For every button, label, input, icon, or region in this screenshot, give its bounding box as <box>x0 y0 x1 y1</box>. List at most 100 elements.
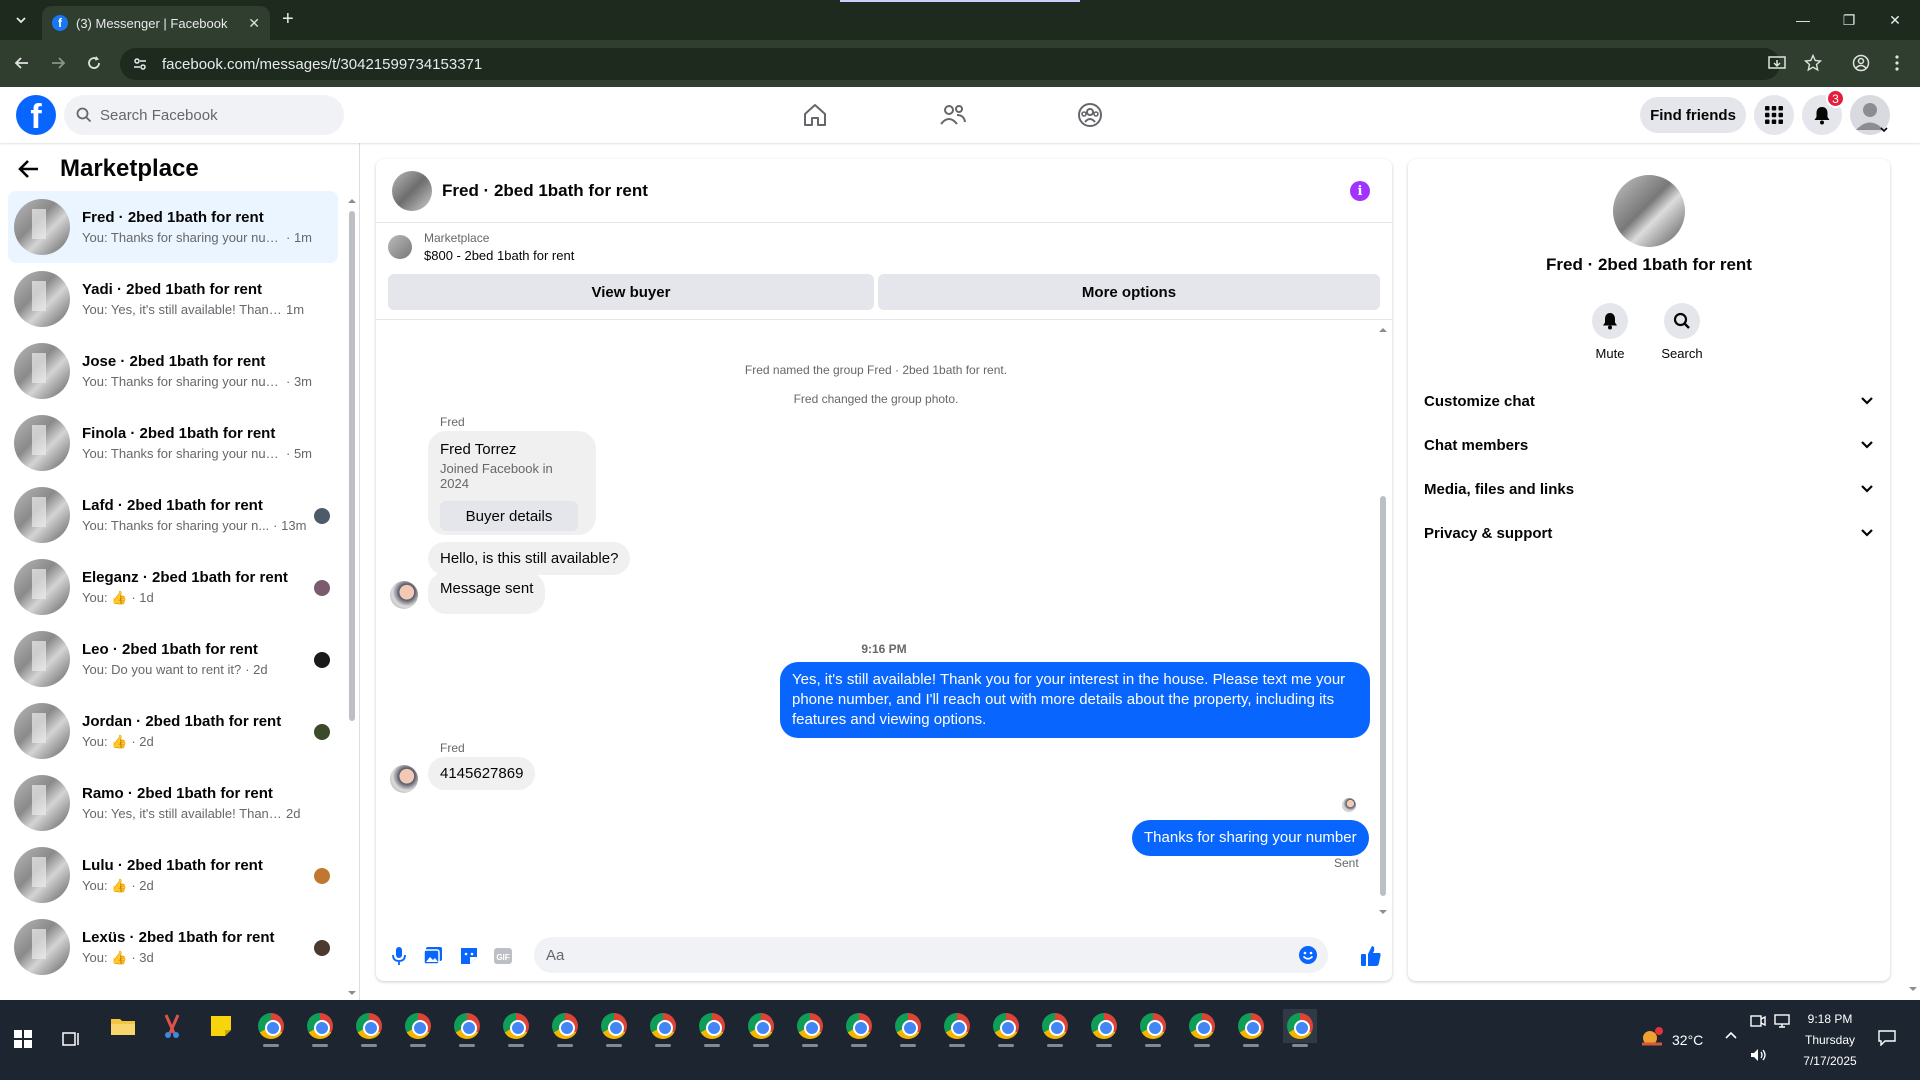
microphone-icon[interactable] <box>388 945 410 967</box>
chrome-window-icon[interactable] <box>940 1009 974 1047</box>
sticky-notes-icon[interactable] <box>204 1009 238 1043</box>
chat-header[interactable]: Fred · 2bed 1bath for rent i <box>376 159 1392 223</box>
view-buyer-button[interactable]: View buyer <box>388 274 874 310</box>
bookmark-star-icon[interactable] <box>1802 52 1824 74</box>
conversation-item[interactable]: Yadi · 2bed 1bath for rent You: Yes, it's… <box>8 263 338 335</box>
show-hidden-icons-icon[interactable] <box>1724 1030 1738 1040</box>
message-input[interactable]: Aa <box>534 937 1328 973</box>
browser-tab[interactable]: f (3) Messenger | Facebook ✕ <box>42 6 270 40</box>
incoming-message[interactable]: Hello, is this still available? <box>428 542 631 575</box>
thread-scrollbar[interactable] <box>1378 326 1388 916</box>
menu-grid-icon[interactable] <box>1754 95 1794 135</box>
chrome-window-icon[interactable] <box>499 1009 533 1047</box>
chrome-window-icon[interactable] <box>254 1009 288 1047</box>
emoji-icon[interactable] <box>1298 945 1318 965</box>
snipping-tool-icon[interactable] <box>155 1009 189 1043</box>
tab-search-dropdown-icon[interactable] <box>10 9 32 31</box>
back-icon[interactable] <box>11 52 33 74</box>
bell-icon[interactable] <box>1592 303 1628 339</box>
restore-button[interactable]: ❐ <box>1826 0 1872 40</box>
file-explorer-icon[interactable] <box>106 1009 140 1043</box>
sticker-icon[interactable] <box>458 945 480 967</box>
sender-avatar[interactable] <box>390 581 418 609</box>
chrome-window-icon[interactable] <box>1185 1009 1219 1047</box>
media-files-links-row[interactable]: Media, files and links <box>1424 467 1874 511</box>
conversation-item[interactable]: Ramo · 2bed 1bath for rent You: Yes, it's… <box>8 767 338 839</box>
clock-date[interactable]: 7/17/2025 <box>1800 1054 1860 1068</box>
chrome-window-icon[interactable] <box>695 1009 729 1047</box>
reload-icon[interactable] <box>83 52 105 74</box>
conversation-item[interactable]: Fred · 2bed 1bath for rent You: Thanks fo… <box>8 191 338 263</box>
marketplace-listing[interactable]: Marketplace $800 - 2bed 1bath for rent <box>388 231 574 263</box>
gif-icon[interactable]: GIF <box>492 945 514 967</box>
notification-center-icon[interactable] <box>1878 1030 1896 1046</box>
group-avatar[interactable] <box>1613 175 1685 247</box>
address-bar[interactable]: facebook.com/messages/t/3042159973415337… <box>120 48 1780 80</box>
chrome-window-icon[interactable] <box>1087 1009 1121 1047</box>
conversation-item[interactable]: Lafd · 2bed 1bath for rent You: Thanks fo… <box>8 479 338 551</box>
facebook-logo-icon[interactable]: f <box>16 95 56 135</box>
volume-icon[interactable] <box>1750 1048 1768 1062</box>
conversation-item[interactable]: Eleganz · 2bed 1bath for rent You: 👍 · 1d <box>8 551 338 623</box>
thread-scroll-thumb[interactable] <box>1380 496 1386 896</box>
more-options-button[interactable]: More options <box>878 274 1380 310</box>
close-window-button[interactable]: ✕ <box>1872 0 1918 40</box>
tab-close-icon[interactable]: ✕ <box>248 15 260 32</box>
clock-time[interactable]: 9:18 PM <box>1800 1012 1860 1026</box>
chrome-window-icon[interactable] <box>891 1009 925 1047</box>
new-tab-button[interactable]: + <box>282 8 294 30</box>
incoming-message[interactable]: 4145627869 <box>428 757 536 790</box>
chrome-window-icon[interactable] <box>842 1009 876 1047</box>
chrome-window-icon[interactable] <box>1234 1009 1268 1047</box>
chrome-window-icon[interactable] <box>744 1009 778 1047</box>
weather-icon[interactable] <box>1640 1026 1670 1052</box>
groups-icon[interactable] <box>1070 97 1110 133</box>
home-icon[interactable] <box>795 97 835 133</box>
conversation-item[interactable]: Finola · 2bed 1bath for rent You: Thanks … <box>8 407 338 479</box>
chrome-window-icon[interactable] <box>352 1009 386 1047</box>
buyer-details-button[interactable]: Buyer details <box>440 501 578 531</box>
incoming-message[interactable]: Message sent <box>428 572 546 614</box>
chrome-window-icon[interactable] <box>1038 1009 1072 1047</box>
site-settings-icon[interactable] <box>132 56 148 72</box>
chrome-window-icon[interactable] <box>303 1009 337 1047</box>
chrome-window-icon[interactable] <box>646 1009 680 1047</box>
chrome-window-icon[interactable] <box>597 1009 631 1047</box>
profile-icon[interactable] <box>1850 52 1872 74</box>
friends-icon[interactable] <box>933 97 973 133</box>
search-facebook-input[interactable]: Search Facebook <box>64 95 344 135</box>
like-thumb-icon[interactable] <box>1358 943 1384 969</box>
page-scroll-down-icon[interactable] <box>1908 985 1918 993</box>
chrome-window-icon[interactable] <box>1136 1009 1170 1047</box>
info-icon[interactable]: i <box>1350 181 1370 201</box>
chrome-window-icon[interactable] <box>989 1009 1023 1047</box>
install-app-icon[interactable] <box>1766 52 1788 74</box>
browser-menu-icon[interactable] <box>1886 52 1908 74</box>
search-icon[interactable] <box>1664 303 1700 339</box>
chat-avatar[interactable] <box>392 170 432 211</box>
outgoing-message[interactable]: Thanks for sharing your number <box>1132 820 1369 856</box>
sidebar-scroll-thumb[interactable] <box>349 211 355 721</box>
conversation-item[interactable]: Lulu · 2bed 1bath for rent You: 👍 · 2d <box>8 839 338 911</box>
forward-icon[interactable] <box>47 52 69 74</box>
photo-icon[interactable] <box>422 945 444 967</box>
account-avatar[interactable] <box>1850 95 1890 135</box>
chat-title[interactable]: Fred · 2bed 1bath for rent <box>442 181 648 201</box>
privacy-support-row[interactable]: Privacy & support <box>1424 511 1874 555</box>
clock-day[interactable]: Thursday <box>1800 1033 1860 1047</box>
back-arrow-icon[interactable] <box>18 159 44 179</box>
chrome-window-icon[interactable] <box>401 1009 435 1047</box>
chrome-window-icon[interactable] <box>793 1009 827 1047</box>
find-friends-button[interactable]: Find friends <box>1640 97 1746 133</box>
search-action[interactable]: Search <box>1652 303 1712 361</box>
network-icon[interactable] <box>1774 1014 1792 1028</box>
outgoing-message[interactable]: Yes, it's still available! Thank you for… <box>780 662 1370 738</box>
sender-avatar[interactable] <box>390 765 418 793</box>
meet-now-icon[interactable] <box>1750 1014 1766 1028</box>
windows-start-icon[interactable] <box>6 1022 40 1056</box>
chrome-window-icon[interactable] <box>548 1009 582 1047</box>
task-view-icon[interactable] <box>54 1022 88 1056</box>
customize-chat-row[interactable]: Customize chat <box>1424 379 1874 423</box>
conversation-item[interactable]: Jose · 2bed 1bath for rent You: Thanks fo… <box>8 335 338 407</box>
chrome-window-icon[interactable] <box>450 1009 484 1047</box>
